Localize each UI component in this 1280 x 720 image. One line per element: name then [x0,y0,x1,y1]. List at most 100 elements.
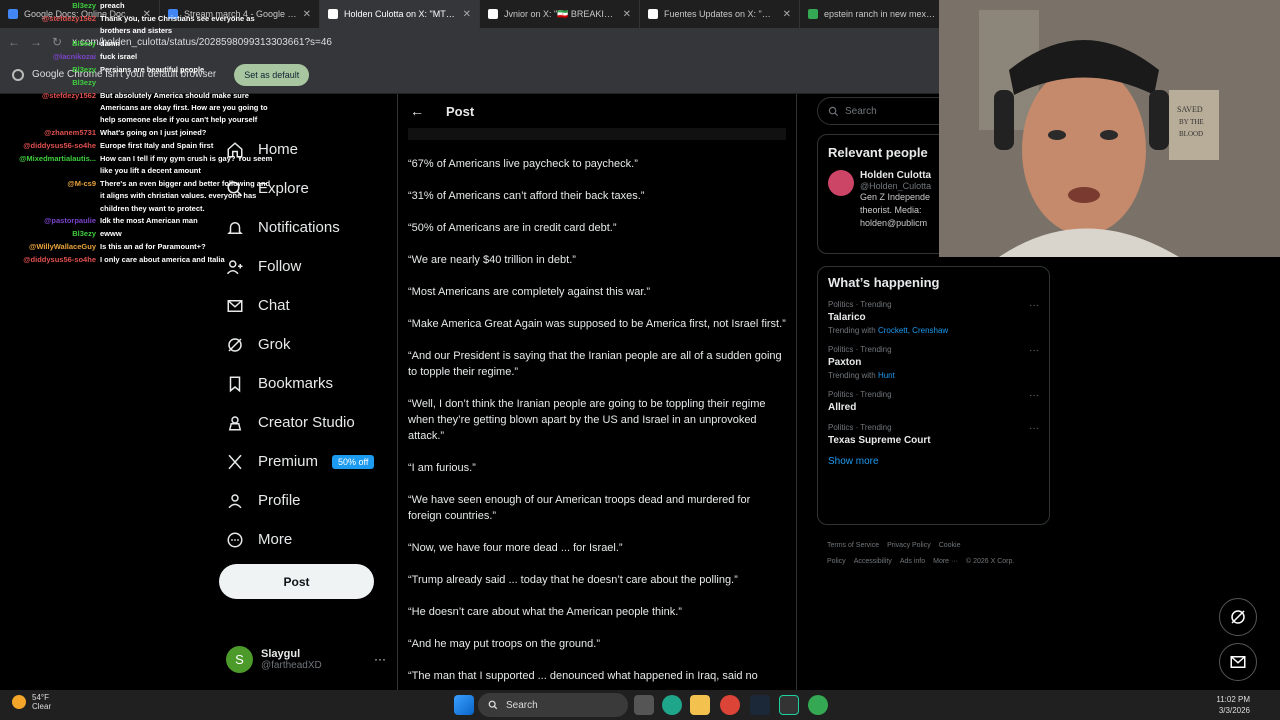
chat-text: preach [100,1,125,10]
footer-link[interactable]: More ··· [933,558,958,565]
post-paragraph: “67% of Americans live paycheck to paych… [408,158,638,170]
search-icon [828,106,839,116]
svg-text:BLOOD: BLOOD [1179,130,1203,138]
grok-icon [228,337,242,352]
nav-item-profile[interactable]: Profile [218,481,398,520]
account-handle: @fartheadXD [261,659,322,671]
back-arrow-icon[interactable]: ← [410,103,424,119]
nav-item-label: Bookmarks [258,375,334,392]
browser-tab[interactable]: Holden Culotta on X: "MTG just ✕ [320,0,480,28]
chat-message: Bl3ezy [0,77,280,89]
chat-text: help someone else if you can't help your… [100,115,258,124]
relevant-bio-line: holden@publicm [860,218,928,228]
footer-link[interactable]: Privacy Policy [887,542,931,549]
close-icon[interactable]: ✕ [463,9,471,20]
weather-widget[interactable]: 54°F Clear [12,693,51,711]
chat-message: @Mixedmartialautis... How can I tell if m… [0,153,280,165]
nav-item-label: Chat [258,297,290,314]
steam-icon[interactable] [750,695,770,715]
post-paragraph: “We are nearly $40 trillion in debt.” [408,254,576,266]
search-placeholder: Search [845,105,877,117]
account-more-icon[interactable]: ··· [374,652,386,666]
close-icon[interactable]: ✕ [623,9,631,20]
chat-username [0,114,100,126]
browser-tab[interactable]: Jvnior on X: "🇮🇷 BREAKING ✕ [480,0,640,28]
trend-item[interactable]: Politics · Trending Allred ··· [828,390,1039,413]
more-options-icon[interactable]: ··· [1029,423,1039,434]
chat-username: @diddysus56-so4he [23,255,96,264]
chat-text: How can I tell if my gym crush is gay? Y… [100,154,273,163]
chrome-icon[interactable] [720,695,740,715]
poster-text: SAVED [1177,105,1203,114]
messages-float-button[interactable] [1219,643,1257,681]
obs-icon[interactable] [779,695,799,715]
file-explorer-icon[interactable] [690,695,710,715]
post-paragraph: “31% of Americans can’t afford their bac… [408,190,645,202]
footer-link[interactable]: Terms of Service [827,542,879,549]
premium-badge: 50% off [332,454,375,469]
tab-favicon-icon [808,9,818,19]
chat-username [0,190,100,202]
webcam-image: SAVED BY THE BLOOD [939,0,1280,257]
date: 3/3/2026 [1218,706,1250,715]
more-options-icon[interactable]: ··· [1029,390,1039,401]
browser-tab[interactable]: Fuentes Updates on X: "Nick Fu ✕ [640,0,800,28]
footer-link[interactable]: Accessibility [854,558,892,565]
trend-item[interactable]: Politics · Trending Talarico Trending with… [828,300,1039,335]
mail-icon [227,299,243,312]
trend-category: Politics · Trending [828,300,892,309]
clock[interactable]: 11:02 PM 3/3/2026 [1216,694,1250,716]
grok-float-button[interactable] [1219,598,1257,636]
nav-item-premium[interactable]: Premium 50% off [218,442,398,481]
footer-link[interactable]: © 2026 X Corp. [966,558,1014,565]
browser-tab[interactable]: epstein ranch in new mexico b✕ [800,0,960,28]
windows-start-icon[interactable] [454,695,474,715]
nav-item-more[interactable]: More [218,520,398,559]
more-options-icon[interactable]: ··· [1029,300,1039,311]
chat-username [0,203,100,215]
nav-item-creator-studio[interactable]: Creator Studio [218,403,398,442]
task-view-icon[interactable] [634,695,654,715]
trend-related-link[interactable]: Crockett, Crenshaw [878,326,948,335]
relevant-name[interactable]: Holden Culotta [860,170,931,181]
chrome-alt-icon[interactable] [808,695,828,715]
chat-message: @diddysus56-so4he I only care about ameri… [0,254,280,266]
post-paragraph: “And our President is saying that the Ir… [408,350,782,378]
nav-item-grok[interactable]: Grok [218,325,398,364]
footer-link[interactable]: Ads info [900,558,925,565]
chat-text: Europe first Italy and Spain first [100,141,214,150]
trend-category: Politics · Trending [828,390,892,399]
chat-username: @Mixedmartialautis... [19,154,96,163]
trend-related-link[interactable]: Hunt [878,371,895,380]
more-options-icon[interactable]: ··· [1029,345,1039,356]
chat-message: @M-cs9 There's an even bigger and better … [0,178,280,190]
windows-taskbar: 54°F Clear Search 11:02 PM 3/3/2026 [0,690,1280,720]
tab-favicon-icon [488,9,498,19]
chat-message: @pastorpaulie Idk the most American man [0,215,280,227]
trend-related: Trending with Hunt [828,371,1039,380]
show-more-link[interactable]: Show more [828,456,1039,467]
trend-item[interactable]: Politics · Trending Texas Supreme Court ··… [828,423,1039,446]
trend-item[interactable]: Politics · Trending Paxton Trending with H… [828,345,1039,380]
edge-icon[interactable] [662,695,682,715]
chat-text: What's going on I just joined? [100,128,207,137]
grok-icon [1231,610,1245,624]
post-body: “67% of Americans live paycheck to paych… [398,140,796,684]
taskbar-search-label: Search [506,699,538,711]
chat-text: There's an even bigger and better follow… [100,179,271,188]
nav-item-chat[interactable]: Chat [218,286,398,325]
close-icon[interactable]: ✕ [303,9,311,20]
page-title: Post [446,103,475,119]
taskbar-search[interactable]: Search [478,693,628,717]
time: 11:02 PM [1216,695,1250,704]
chat-username: @zhanem5731 [44,128,96,137]
chat-username: @WillyWallaceGuy [29,242,96,251]
post-paragraph: “Now, we have four more dead ... for Isr… [408,542,623,554]
post-paragraph: “He doesn’t care about what the American… [408,606,682,618]
whats-happening-card: What’s happening Politics · Trending Tala… [817,266,1050,525]
close-icon[interactable]: ✕ [783,9,791,20]
nav-item-bookmarks[interactable]: Bookmarks [218,364,398,403]
account-switcher[interactable]: S Slaygul @fartheadXD ··· [226,644,386,674]
post-button[interactable]: Post [219,564,374,599]
tab-favicon-icon [648,9,658,19]
